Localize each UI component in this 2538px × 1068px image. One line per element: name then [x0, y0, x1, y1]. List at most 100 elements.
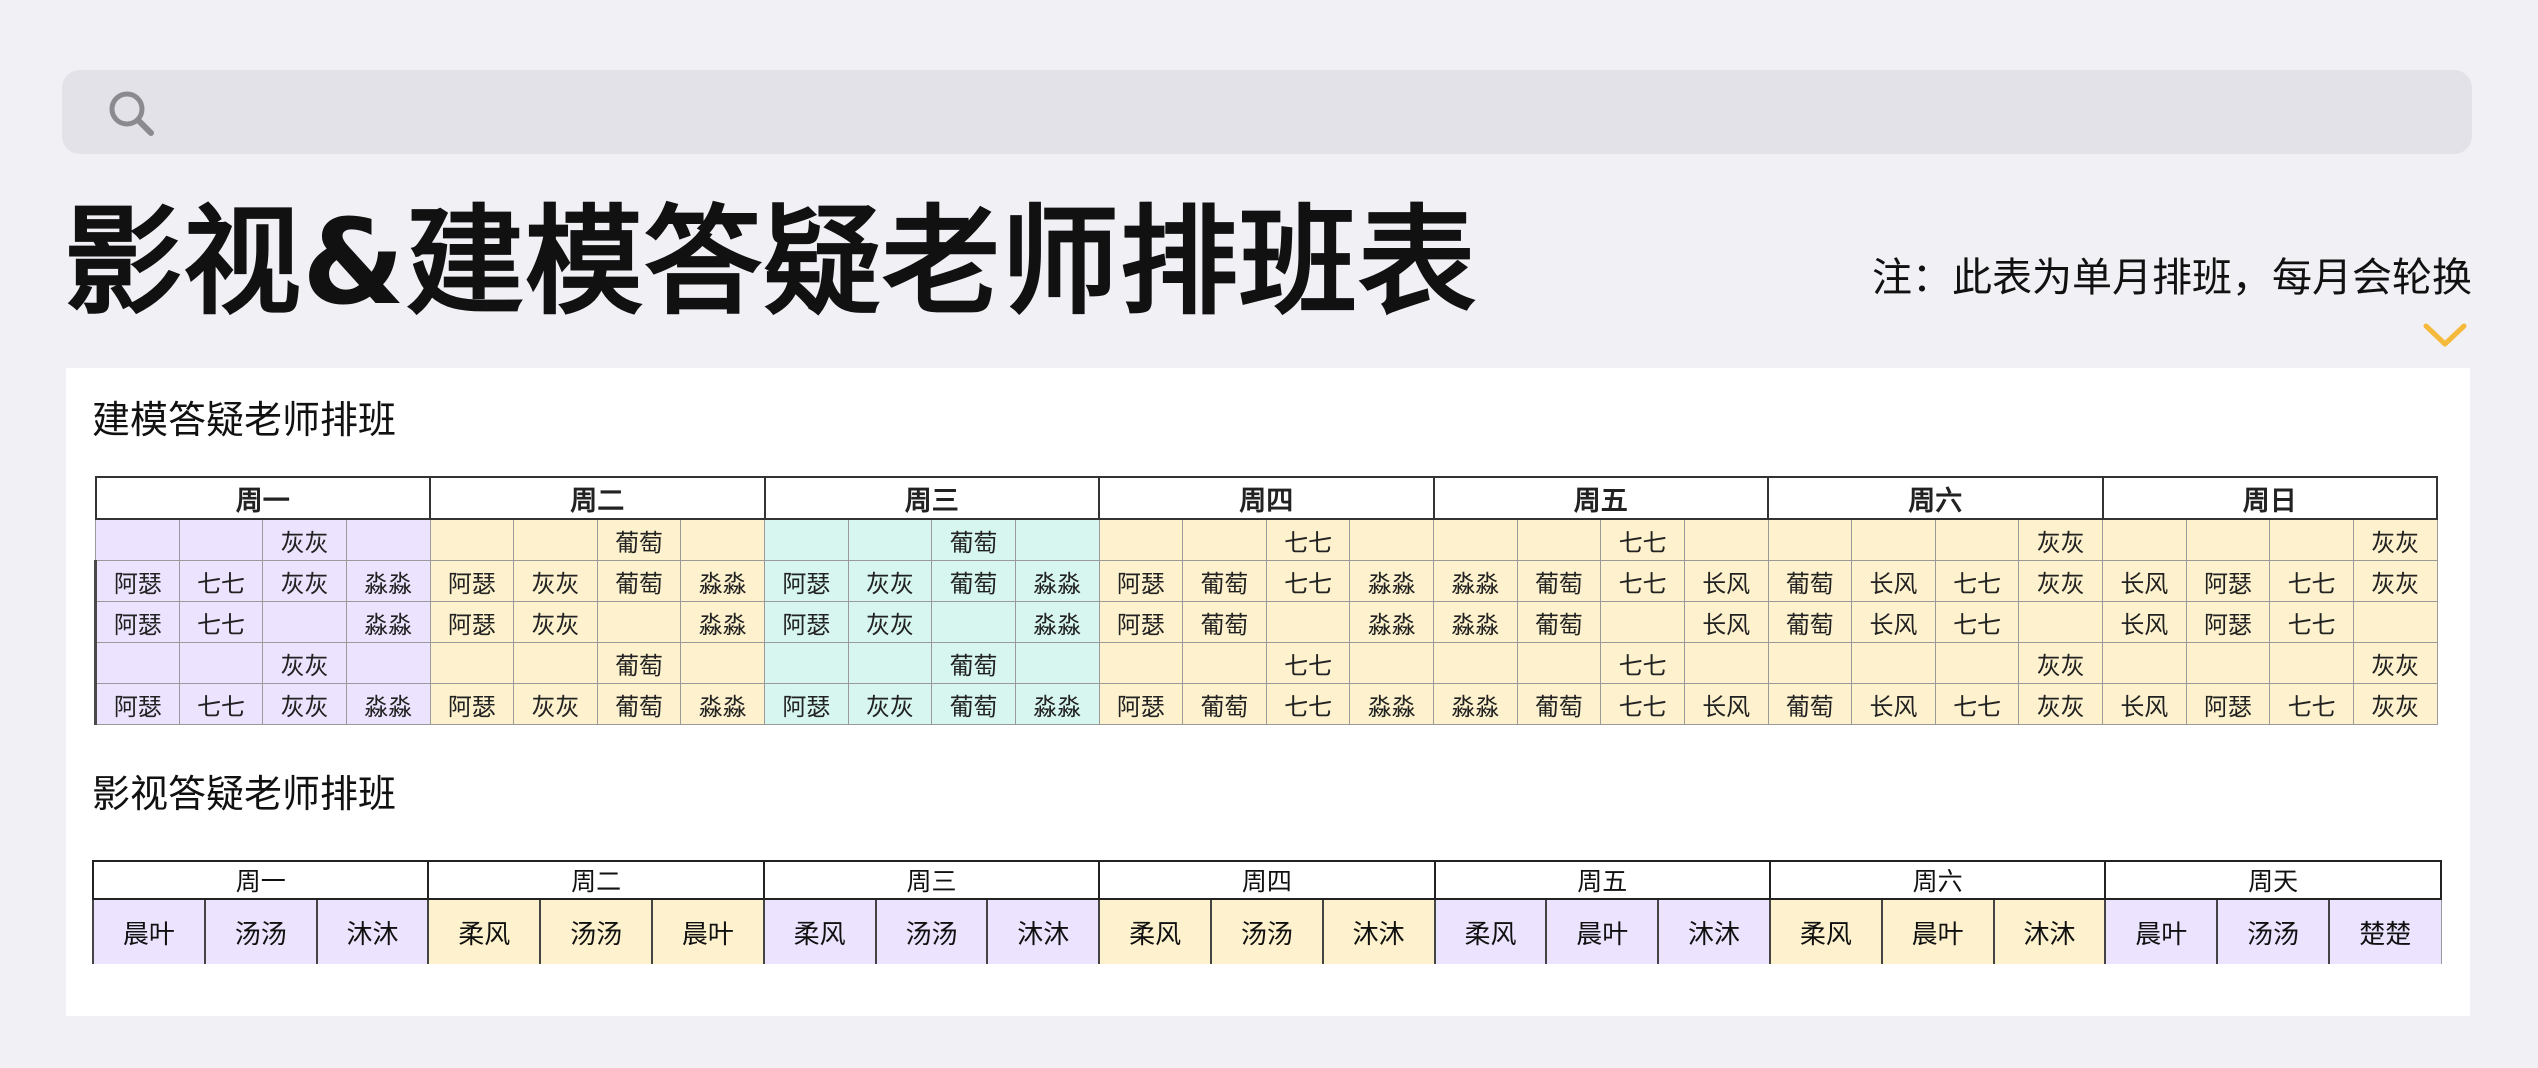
table-row: 阿瑟 七七 淼淼 阿瑟 灰灰 淼淼 阿瑟 灰灰 淼淼 阿瑟 葡萄 淼淼 淼淼 葡萄 长风 葡萄 长风 七七 长风 阿瑟… — [94, 601, 2438, 643]
schedule-cell: 灰灰 — [513, 683, 598, 725]
schedule-cell: 葡萄 — [1516, 683, 1602, 725]
schedule-cell: 葡萄 — [1182, 601, 1267, 643]
modeling-day-header: 周四 — [1098, 476, 1435, 520]
schedule-cell: 淼淼 — [1014, 683, 1100, 725]
table-row: 灰灰 葡萄 葡萄 七七 七七 灰灰 灰灰 — [95, 518, 2438, 561]
schedule-cell: 阿瑟 — [429, 683, 515, 725]
schedule-cell: 沐沐 — [1992, 899, 2106, 964]
schedule-cell: 长风 — [2102, 601, 2187, 643]
chevron-down-icon[interactable] — [2422, 320, 2468, 350]
search-icon — [109, 91, 154, 136]
film-day-header: 周天 — [2104, 860, 2442, 900]
modeling-schedule-table: 周一 周二 周三 周四 周五 周六 周日 灰灰 葡萄 葡萄 七七 七七 灰灰 灰灰 阿瑟 七七 灰灰 淼淼 阿瑟灰… — [94, 476, 2438, 725]
schedule-cell — [178, 518, 264, 561]
schedule-cell: 葡萄 — [1516, 560, 1602, 602]
schedule-cell: 灰灰 — [2018, 642, 2103, 684]
schedule-cell — [1182, 642, 1267, 684]
table-row: 阿瑟 七七 灰灰 淼淼 阿瑟 灰灰 葡萄 淼淼 阿瑟 灰灰 葡萄 淼淼 阿瑟 葡萄 七七 淼淼 淼淼 葡萄 七七 长风… — [94, 560, 2438, 602]
schedule-cell: 七七 — [2269, 601, 2354, 643]
schedule-cell — [1934, 518, 2020, 561]
schedule-cell — [1516, 642, 1602, 684]
film-day-header: 周一 — [91, 860, 430, 900]
schedule-cell — [345, 642, 431, 684]
schedule-cell — [429, 642, 515, 684]
table-row: 阿瑟 七七 灰灰 淼淼 阿瑟 灰灰 葡萄 淼淼 阿瑟 灰灰 葡萄 淼淼 阿瑟 葡萄 七七 淼淼 淼淼 葡萄 七七 长风… — [94, 683, 2438, 725]
schedule-cell — [931, 601, 1016, 643]
schedule-cell — [2352, 601, 2438, 643]
schedule-cell — [262, 601, 347, 643]
schedule-cell: 淼淼 — [1433, 560, 1518, 602]
schedule-cell: 灰灰 — [2018, 683, 2103, 725]
modeling-day-header: 周一 — [94, 476, 431, 520]
schedule-cell: 灰灰 — [2018, 518, 2103, 561]
schedule-cell: 葡萄 — [596, 560, 682, 602]
schedule-cell: 阿瑟 — [2185, 683, 2271, 725]
film-section-title: 影视答疑老师排班 — [92, 772, 397, 816]
schedule-cell: 汤汤 — [1209, 899, 1324, 964]
schedule-cell — [1265, 601, 1351, 643]
schedule-cell: 七七 — [1934, 683, 2020, 725]
schedule-cell — [1767, 642, 1853, 684]
schedule-cell: 柔风 — [1098, 899, 1212, 964]
schedule-cell: 七七 — [1934, 560, 2020, 602]
schedule-cell: 葡萄 — [1516, 601, 1602, 643]
schedule-cell: 柔风 — [1768, 899, 1883, 964]
modeling-day-header: 周五 — [1432, 476, 1769, 520]
film-day-header: 周六 — [1768, 860, 2107, 900]
schedule-cell: 晨叶 — [92, 899, 206, 964]
schedule-cell — [2185, 518, 2271, 561]
schedule-cell: 七七 — [178, 560, 264, 602]
schedule-cell: 淼淼 — [1349, 560, 1434, 602]
schedule-panel: 建模答疑老师排班 周一 周二 周三 周四 周五 周六 周日 灰灰 葡萄 葡萄 七七 七七 灰灰 灰灰 阿瑟… — [66, 368, 2470, 1016]
schedule-cell: 长风 — [1851, 560, 1936, 602]
schedule-cell — [345, 518, 431, 561]
schedule-cell: 葡萄 — [931, 683, 1016, 725]
modeling-day-header: 周二 — [429, 476, 766, 520]
schedule-cell: 七七 — [1265, 642, 1351, 684]
schedule-cell: 沐沐 — [986, 899, 1100, 964]
schedule-cell: 葡萄 — [1767, 560, 1853, 602]
schedule-cell: 七七 — [1934, 601, 2020, 643]
schedule-cell: 七七 — [2269, 683, 2354, 725]
schedule-cell: 灰灰 — [2352, 518, 2438, 561]
schedule-cell: 汤汤 — [2216, 899, 2330, 964]
schedule-cell: 汤汤 — [874, 899, 988, 964]
schedule-cell: 淼淼 — [1433, 683, 1518, 725]
schedule-cell — [513, 642, 598, 684]
schedule-cell — [2185, 642, 2271, 684]
schedule-cell: 阿瑟 — [764, 560, 849, 602]
schedule-cell: 长风 — [2102, 560, 2187, 602]
film-day-header: 周三 — [762, 860, 1101, 900]
schedule-cell — [764, 642, 849, 684]
schedule-cell: 柔风 — [427, 899, 541, 964]
schedule-cell — [1349, 518, 1434, 561]
schedule-cell: 灰灰 — [2018, 560, 2103, 602]
schedule-cell: 阿瑟 — [1098, 601, 1184, 643]
schedule-cell — [1098, 518, 1184, 561]
schedule-cell: 七七 — [1600, 560, 1685, 602]
schedule-cell: 沐沐 — [315, 899, 429, 964]
modeling-section-title: 建模答疑老师排班 — [92, 398, 397, 442]
schedule-cell: 阿瑟 — [94, 601, 180, 643]
schedule-cell — [847, 518, 933, 561]
schedule-cell — [1851, 642, 1936, 684]
schedule-cell — [764, 518, 849, 561]
modeling-day-header: 周六 — [1767, 476, 2104, 520]
schedule-cell: 汤汤 — [539, 899, 653, 964]
schedule-cell: 柔风 — [762, 899, 877, 964]
schedule-cell — [596, 601, 682, 643]
schedule-cell — [1683, 518, 1769, 561]
schedule-cell: 葡萄 — [596, 518, 682, 561]
schedule-cell: 七七 — [178, 601, 264, 643]
schedule-cell: 阿瑟 — [1098, 683, 1184, 725]
schedule-cell: 七七 — [178, 683, 264, 725]
search-bar[interactable] — [62, 70, 2472, 154]
schedule-cell — [847, 642, 933, 684]
schedule-cell: 淼淼 — [1433, 601, 1518, 643]
schedule-cell: 沐沐 — [1657, 899, 1771, 964]
film-day-header: 周二 — [427, 860, 765, 900]
schedule-cell: 阿瑟 — [429, 601, 515, 643]
schedule-cell: 葡萄 — [931, 642, 1016, 684]
schedule-cell: 长风 — [1683, 601, 1769, 643]
schedule-cell — [1349, 642, 1434, 684]
